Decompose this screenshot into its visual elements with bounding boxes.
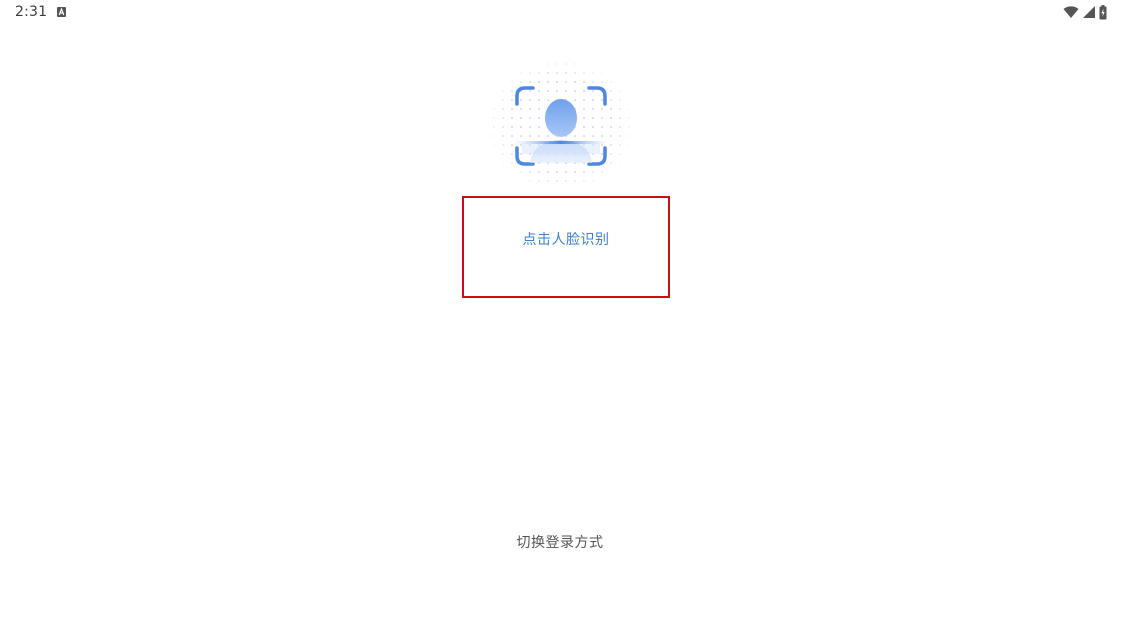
- status-time: 2:31: [15, 4, 48, 20]
- switch-login-method-label: 切换登录方式: [516, 535, 604, 551]
- face-recognition-button[interactable]: 点击人脸识别: [462, 196, 670, 298]
- status-bar: 2:31: [0, 0, 1121, 26]
- face-scan-icon: [492, 62, 630, 188]
- battery-charging-icon: [1099, 4, 1107, 19]
- cellular-signal-icon: [1083, 6, 1095, 18]
- status-icons: [1063, 4, 1107, 20]
- a-letter-badge-icon: [57, 7, 66, 17]
- face-login-screen: 2:31 点击人脸识别 切换登录方式: [0, 0, 1121, 630]
- switch-login-method-button[interactable]: 切换登录方式: [460, 530, 660, 554]
- face-recognition-label: 点击人脸识别: [522, 232, 610, 248]
- wifi-icon: [1063, 6, 1079, 18]
